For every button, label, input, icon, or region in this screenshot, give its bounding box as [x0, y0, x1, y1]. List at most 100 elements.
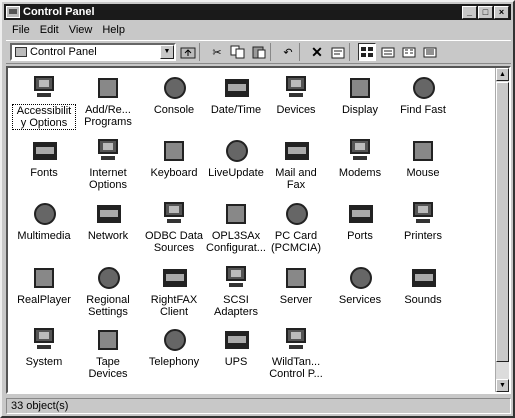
- item-label: RightFAX Client: [150, 294, 198, 318]
- menu-file[interactable]: File: [12, 22, 30, 38]
- item-label: PC Card (PCMCIA): [270, 230, 322, 254]
- control-panel-item[interactable]: WildTan... Control P...: [264, 326, 328, 380]
- delete-icon: ✕: [311, 43, 323, 60]
- menu-view[interactable]: View: [69, 22, 93, 38]
- control-panel-item[interactable]: Display: [328, 74, 392, 116]
- undo-button[interactable]: ↶: [279, 43, 297, 61]
- menu-help[interactable]: Help: [102, 22, 125, 38]
- control-panel-item[interactable]: Regional Settings: [76, 264, 140, 318]
- control-panel-item[interactable]: Console: [142, 74, 206, 116]
- control-panel-item[interactable]: Ports: [328, 200, 392, 242]
- paste-button[interactable]: [250, 43, 268, 61]
- control-panel-item[interactable]: Accessibilit y Options: [12, 74, 76, 130]
- menu-edit[interactable]: Edit: [40, 22, 59, 38]
- control-panel-item[interactable]: Sounds: [391, 264, 455, 306]
- properties-icon: [331, 47, 345, 59]
- ports-icon: [344, 200, 376, 228]
- control-panel-item[interactable]: Printers: [391, 200, 455, 242]
- icon-view[interactable]: Accessibilit y Options Add/Re... Programs…: [6, 66, 511, 394]
- control-panel-item[interactable]: Services: [328, 264, 392, 306]
- control-panel-item[interactable]: System: [12, 326, 76, 368]
- undo-icon: ↶: [283, 46, 293, 59]
- object-count: 33 object(s): [11, 400, 69, 412]
- item-label: Modems: [338, 167, 382, 179]
- delete-button[interactable]: ✕: [308, 43, 326, 61]
- control-panel-item[interactable]: Date/Time: [204, 74, 268, 116]
- scroll-down-button[interactable]: ▼: [496, 379, 509, 392]
- control-panel-item[interactable]: PC Card (PCMCIA): [264, 200, 328, 254]
- large-icons-button[interactable]: [358, 43, 376, 61]
- minimize-button[interactable]: _: [462, 5, 477, 19]
- ups-icon: [220, 326, 252, 354]
- services-icon: [344, 264, 376, 292]
- item-label: Sounds: [404, 294, 442, 306]
- cut-icon: ✂: [212, 46, 222, 59]
- control-panel-window: Control Panel _ □ × File Edit View Help …: [0, 0, 515, 418]
- find-fast-icon: [407, 74, 439, 102]
- item-label: Keyboard: [150, 167, 198, 179]
- pc-card-icon: [280, 200, 312, 228]
- item-label: RealPlayer: [17, 294, 71, 306]
- title-bar[interactable]: Control Panel _ □ ×: [4, 4, 511, 20]
- small-icons-button[interactable]: [379, 43, 397, 61]
- control-panel-item[interactable]: Modems: [328, 137, 392, 179]
- control-panel-item[interactable]: OPL3SAx Configurat...: [204, 200, 268, 254]
- maximize-button[interactable]: □: [478, 5, 493, 19]
- network-icon: [92, 200, 124, 228]
- up-folder-button[interactable]: [179, 43, 197, 61]
- sounds-icon: [407, 264, 439, 292]
- control-panel-item[interactable]: Tape Devices: [76, 326, 140, 380]
- control-panel-item[interactable]: SCSI Adapters: [204, 264, 268, 318]
- control-panel-item[interactable]: Fonts: [12, 137, 76, 179]
- item-label: Telephony: [148, 356, 200, 368]
- list-icon: [402, 47, 416, 58]
- close-button[interactable]: ×: [494, 5, 509, 19]
- status-bar: 33 object(s): [6, 398, 511, 414]
- control-panel-item[interactable]: LiveUpdate: [204, 137, 268, 179]
- item-label: OPL3SAx Configurat...: [206, 230, 266, 254]
- item-label: Find Fast: [400, 104, 446, 116]
- control-panel-item[interactable]: Mouse: [391, 137, 455, 179]
- window-title: Control Panel: [23, 6, 95, 18]
- cut-button[interactable]: ✂: [208, 43, 226, 61]
- control-panel-item[interactable]: Network: [76, 200, 140, 242]
- keyboard-icon: [158, 137, 190, 165]
- details-icon: [423, 47, 437, 58]
- item-label: Add/Re... Programs: [84, 104, 132, 128]
- tape-devices-icon: [92, 326, 124, 354]
- item-label: System: [25, 356, 63, 368]
- devices-icon: [280, 74, 312, 102]
- realplayer-icon: [28, 264, 60, 292]
- control-panel-item[interactable]: Mail and Fax: [264, 137, 328, 191]
- toolbar-separator: [349, 43, 355, 61]
- date-time-icon: [220, 74, 252, 102]
- list-button[interactable]: [400, 43, 418, 61]
- control-panel-icon[interactable]: [6, 6, 20, 18]
- properties-button[interactable]: [329, 43, 347, 61]
- control-panel-item[interactable]: UPS: [204, 326, 268, 368]
- toolbar-separator: [299, 43, 305, 61]
- scroll-up-button[interactable]: ▲: [496, 68, 509, 81]
- vertical-scrollbar[interactable]: ▲ ▼: [495, 68, 509, 392]
- control-panel-item[interactable]: RealPlayer: [12, 264, 76, 306]
- control-panel-item[interactable]: Internet Options: [76, 137, 140, 191]
- item-label: Server: [279, 294, 313, 306]
- control-panel-item[interactable]: ODBC Data Sources: [142, 200, 206, 254]
- copy-button[interactable]: [229, 43, 247, 61]
- control-panel-item[interactable]: Telephony: [142, 326, 206, 368]
- control-panel-item[interactable]: Find Fast: [391, 74, 455, 116]
- control-panel-item[interactable]: Keyboard: [142, 137, 206, 179]
- item-label: Network: [87, 230, 129, 242]
- control-panel-item[interactable]: RightFAX Client: [142, 264, 206, 318]
- accessibility-icon: [28, 74, 60, 102]
- control-panel-item[interactable]: Devices: [264, 74, 328, 116]
- details-button[interactable]: [421, 43, 439, 61]
- item-label: UPS: [224, 356, 248, 368]
- control-panel-item[interactable]: Server: [264, 264, 328, 306]
- control-panel-item[interactable]: Multimedia: [12, 200, 76, 242]
- scroll-thumb[interactable]: [496, 82, 509, 362]
- server-icon: [280, 264, 312, 292]
- control-panel-item[interactable]: Add/Re... Programs: [76, 74, 140, 128]
- chevron-down-icon[interactable]: ▼: [160, 45, 174, 59]
- address-combo[interactable]: Control Panel ▼: [10, 43, 176, 61]
